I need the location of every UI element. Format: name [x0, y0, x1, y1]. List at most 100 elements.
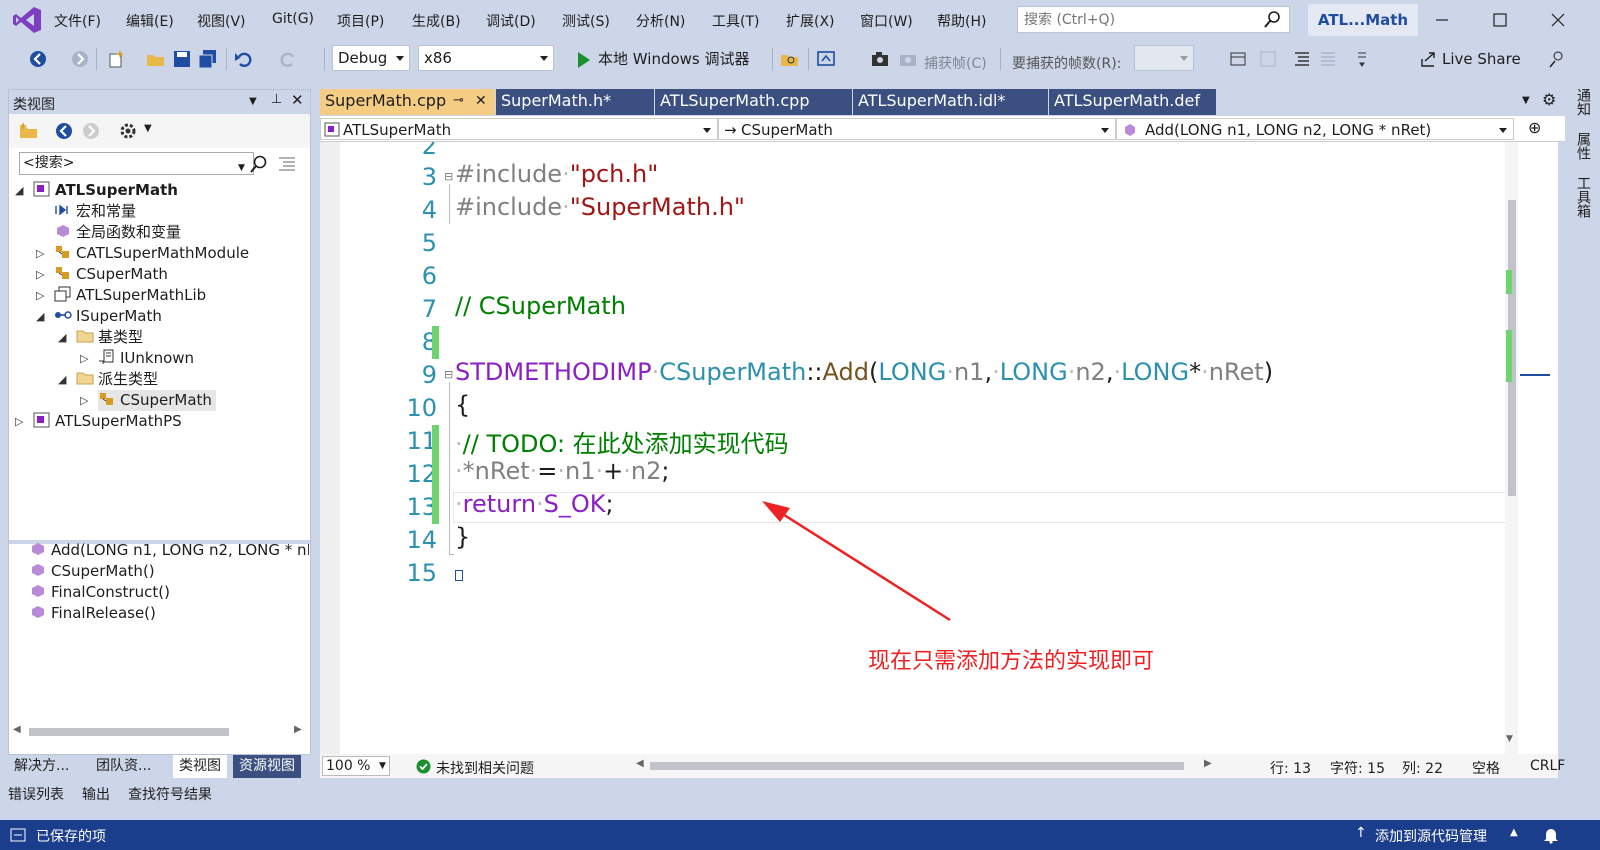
- member-finalrelease[interactable]: FinalRelease(): [29, 603, 156, 624]
- collapse-arrow-icon[interactable]: ◢: [58, 327, 66, 348]
- collapse-arrow-icon[interactable]: ◢: [15, 180, 23, 201]
- close-icon[interactable]: [1546, 8, 1570, 32]
- save-icon[interactable]: [172, 49, 192, 69]
- start-debugging-button[interactable]: 本地 Windows 调试器: [598, 48, 750, 69]
- menu-help[interactable]: 帮助(H): [937, 11, 986, 31]
- expand-arrow-icon[interactable]: ▷: [15, 411, 23, 432]
- line-ending-indicator[interactable]: CRLF: [1530, 758, 1565, 774]
- expand-arrow-icon[interactable]: ▷: [80, 390, 88, 411]
- new-project-icon[interactable]: [106, 49, 126, 69]
- menu-analyze[interactable]: 分析(N): [636, 11, 685, 31]
- cv-search-icon[interactable]: [249, 154, 269, 174]
- tab-toolbox[interactable]: 工具箱: [1573, 176, 1593, 218]
- source-control-caret-icon[interactable]: ▲: [1510, 827, 1518, 838]
- tree-item-derived-csupermath[interactable]: ▷ CSuperMath: [80, 390, 216, 411]
- settings-dropdown-icon[interactable]: ▼: [144, 123, 152, 134]
- member-add[interactable]: Add(LONG n1, LONG n2, LONG * nR: [29, 540, 309, 561]
- tab-atlsupermath-def[interactable]: ATLSuperMath.def: [1049, 89, 1217, 115]
- menu-debug[interactable]: 调试(D): [486, 11, 536, 31]
- menu-extensions[interactable]: 扩展(X): [786, 11, 835, 31]
- expand-arrow-icon[interactable]: ▷: [80, 348, 88, 369]
- tree-item-derived-types[interactable]: ◢ 派生类型: [58, 369, 158, 390]
- solution-name-badge[interactable]: ATL...Math: [1308, 4, 1418, 36]
- pin-icon[interactable]: ⊥: [271, 92, 282, 107]
- split-window-icon[interactable]: ⊕: [1528, 118, 1541, 137]
- panel-close-icon[interactable]: ✕: [291, 91, 304, 109]
- format-icon[interactable]: [1292, 49, 1312, 69]
- expand-arrow-icon[interactable]: ▷: [36, 243, 44, 264]
- feedback-icon[interactable]: [1547, 49, 1567, 69]
- tab-team-explorer[interactable]: 团队资...: [90, 755, 158, 778]
- open-folder-icon[interactable]: [146, 49, 166, 69]
- cv-back-icon[interactable]: [54, 121, 74, 141]
- whitespace-indicator[interactable]: 空格: [1472, 758, 1500, 778]
- class-view-search-input[interactable]: <搜索> ▼: [19, 152, 254, 175]
- cv-search-options-icon[interactable]: [277, 156, 297, 172]
- class-dropdown[interactable]: → CSuperMath: [718, 118, 1116, 140]
- redo-icon[interactable]: [278, 49, 298, 69]
- live-share-icon[interactable]: [1418, 49, 1438, 69]
- tab-atlsupermath-idl[interactable]: ATLSuperMath.idl*: [853, 89, 1049, 115]
- menu-git[interactable]: Git(G): [272, 11, 314, 27]
- tree-item-atlsupermathps[interactable]: ▷ ATLSuperMathPS: [15, 411, 182, 432]
- settings-gear-icon[interactable]: [117, 120, 139, 142]
- expand-arrow-icon[interactable]: ▷: [36, 264, 44, 285]
- menu-file[interactable]: 文件(F): [54, 11, 101, 31]
- expand-arrow-icon[interactable]: ▷: [36, 285, 44, 306]
- forward-icon[interactable]: [70, 49, 90, 69]
- maximize-icon[interactable]: [1488, 8, 1512, 32]
- tab-solution-explorer[interactable]: 解决方...: [8, 755, 76, 778]
- scroll-left-icon[interactable]: ◀: [636, 758, 644, 769]
- cv-forward-icon[interactable]: [81, 121, 101, 141]
- tab-resource-view[interactable]: 资源视图: [233, 755, 301, 778]
- menu-project[interactable]: 项目(P): [337, 11, 384, 31]
- capture-frame-button[interactable]: 捕获帧(C): [924, 53, 987, 73]
- play-icon[interactable]: [574, 50, 594, 70]
- menu-edit[interactable]: 编辑(E): [126, 11, 174, 31]
- issues-status[interactable]: 未找到相关问题: [436, 758, 534, 778]
- tab-output[interactable]: 输出: [82, 784, 110, 804]
- tab-error-list[interactable]: 错误列表: [8, 784, 64, 804]
- new-folder-icon[interactable]: [19, 122, 39, 140]
- collapse-toggle-icon[interactable]: ⊟: [444, 170, 453, 183]
- code-editor[interactable]: 2 3 4 5 6 7 8 9 10 11 12 13 14 15 ⊟ ⊟ #i…: [320, 142, 1558, 754]
- tab-supermath-h[interactable]: SuperMath.h*: [496, 89, 655, 115]
- configuration-dropdown[interactable]: Debug: [332, 45, 410, 71]
- search-input[interactable]: [1018, 7, 1248, 32]
- toolbar-options-icon[interactable]: [1352, 49, 1372, 69]
- project-dropdown[interactable]: ATLSuperMath: [320, 118, 718, 140]
- tree-item-iunknown[interactable]: ▷ IUnknown: [80, 348, 194, 369]
- tab-class-view[interactable]: 类视图: [173, 755, 227, 778]
- menu-window[interactable]: 窗口(W): [860, 11, 913, 31]
- undo-icon[interactable]: [234, 49, 254, 69]
- camera-icon[interactable]: [870, 49, 890, 69]
- collapse-arrow-icon[interactable]: ◢: [58, 369, 66, 390]
- class-diagram-icon[interactable]: [1228, 49, 1248, 69]
- comment-icon[interactable]: [1318, 49, 1338, 69]
- tab-find-symbol-results[interactable]: 查找符号结果: [128, 784, 212, 804]
- member-constructor[interactable]: CSuperMath(): [29, 561, 155, 582]
- tab-close-icon[interactable]: ✕: [475, 89, 487, 113]
- layout-icon[interactable]: [1258, 49, 1278, 69]
- notification-bell-icon[interactable]: [1542, 826, 1560, 844]
- search-box[interactable]: [1017, 6, 1290, 33]
- platform-dropdown[interactable]: x86: [418, 45, 554, 71]
- scroll-right-icon[interactable]: ▶: [1204, 758, 1212, 769]
- minimize-icon[interactable]: [1430, 8, 1454, 32]
- zoom-dropdown[interactable]: 100 % ▼: [322, 756, 390, 776]
- tab-supermath-cpp[interactable]: SuperMath.cpp ⊸ ✕: [320, 89, 496, 115]
- collapse-toggle-icon[interactable]: ⊟: [444, 368, 453, 381]
- member-finalconstruct[interactable]: FinalConstruct(): [29, 582, 170, 603]
- menu-build[interactable]: 生成(B): [412, 11, 461, 31]
- add-to-source-control-button[interactable]: 添加到源代码管理: [1375, 826, 1487, 846]
- back-icon[interactable]: [28, 49, 48, 69]
- tab-properties[interactable]: 属性: [1573, 132, 1593, 160]
- tree-item-isupermath[interactable]: ◢ ISuperMath: [36, 306, 162, 327]
- find-in-files-icon[interactable]: [780, 49, 800, 69]
- browser-link-icon[interactable]: [816, 49, 836, 69]
- panel-menu-icon[interactable]: ▼: [249, 96, 257, 107]
- tab-list-dropdown-icon[interactable]: ▼: [1522, 95, 1530, 106]
- tab-atlsupermath-cpp[interactable]: ATLSuperMath.cpp: [655, 89, 853, 115]
- tab-notifications[interactable]: 通知: [1573, 88, 1593, 116]
- tree-item-project-atlsupermath[interactable]: ◢ ATLSuperMath: [15, 180, 178, 201]
